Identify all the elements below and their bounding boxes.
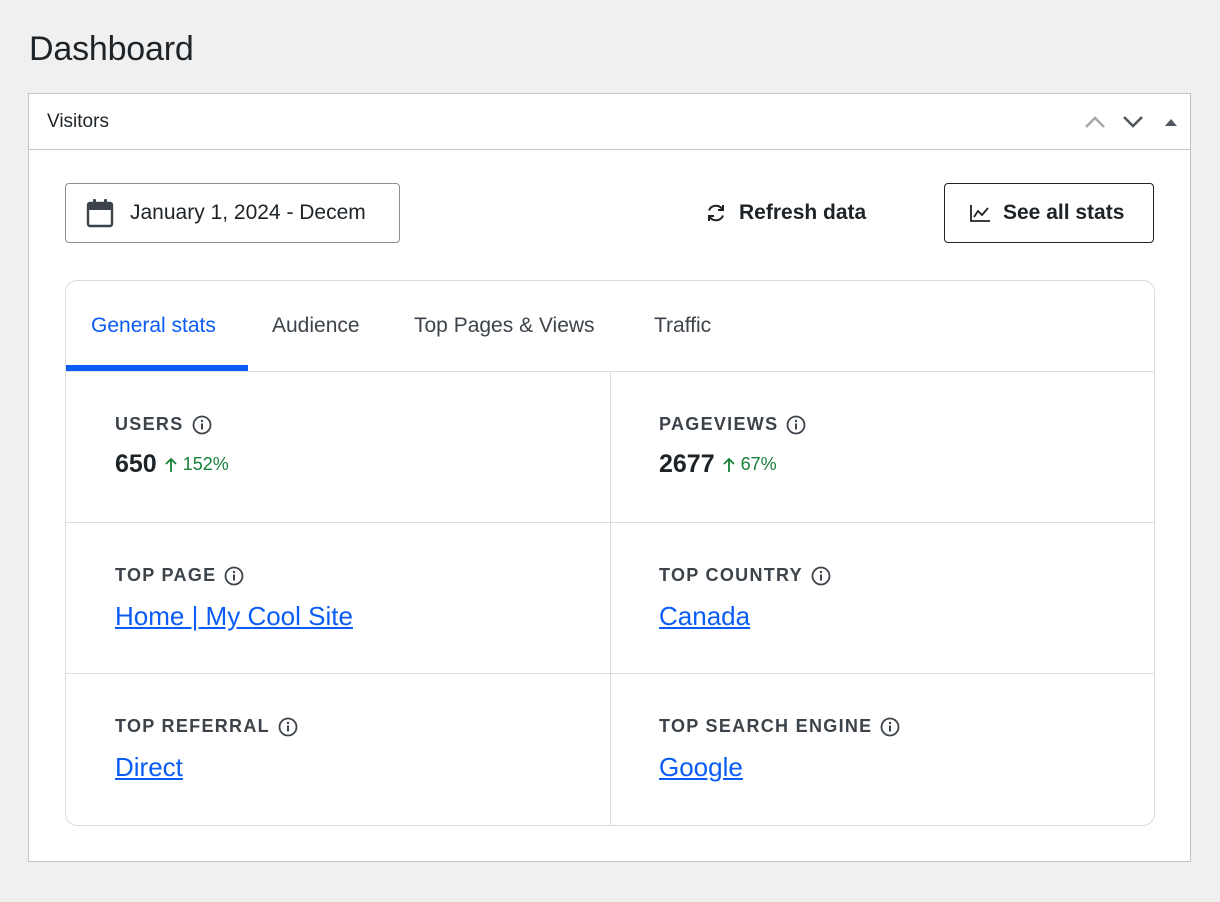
top-country-link[interactable]: Canada bbox=[659, 601, 750, 632]
widget-title: Visitors bbox=[47, 110, 109, 132]
top-page-link[interactable]: Home | My Cool Site bbox=[115, 601, 353, 632]
stat-top-page: TOP PAGE Home | My Cool Site bbox=[66, 523, 610, 674]
pageviews-label: PAGEVIEWS bbox=[659, 414, 779, 434]
arrow-up-icon bbox=[722, 457, 735, 472]
stat-value-row: 2677 67% bbox=[659, 450, 777, 479]
see-all-stats-button[interactable]: See all stats bbox=[944, 183, 1154, 243]
tab-general-stats[interactable]: General stats bbox=[91, 281, 216, 371]
info-icon[interactable] bbox=[786, 415, 806, 435]
visitors-widget: Visitors January 1, 2024 - Decem Refresh… bbox=[28, 93, 1191, 862]
date-range-button[interactable]: January 1, 2024 - Decem bbox=[65, 183, 400, 243]
stat-label: PAGEVIEWS bbox=[659, 414, 806, 435]
pageviews-change-value: 67% bbox=[740, 454, 777, 474]
tab-audience[interactable]: Audience bbox=[272, 281, 360, 371]
stat-value-row: 650 152% bbox=[115, 450, 229, 479]
refresh-icon bbox=[708, 204, 724, 222]
chevron-down-icon bbox=[1123, 115, 1143, 128]
chevron-up-icon bbox=[1085, 115, 1105, 128]
top-country-label: TOP COUNTRY bbox=[659, 565, 803, 585]
stat-top-country: TOP COUNTRY Canada bbox=[610, 523, 1154, 674]
move-up-button[interactable] bbox=[1076, 94, 1114, 149]
info-icon[interactable] bbox=[811, 566, 831, 586]
top-page-label: TOP PAGE bbox=[115, 565, 217, 585]
tab-traffic[interactable]: Traffic bbox=[654, 281, 711, 371]
stat-label: TOP SEARCH ENGINE bbox=[659, 716, 900, 737]
refresh-data-button[interactable]: Refresh data bbox=[705, 183, 866, 243]
info-icon[interactable] bbox=[224, 566, 244, 586]
stat-top-referral: TOP REFERRAL Direct bbox=[66, 674, 610, 825]
date-range-label: January 1, 2024 - Decem bbox=[130, 201, 366, 224]
users-value: 650 bbox=[115, 450, 157, 478]
active-tab-indicator bbox=[66, 365, 248, 371]
top-referral-label: TOP REFERRAL bbox=[115, 716, 270, 736]
refresh-data-label: Refresh data bbox=[739, 201, 867, 224]
stat-label: USERS bbox=[115, 414, 212, 435]
stat-pageviews: PAGEVIEWS 2677 67% bbox=[610, 372, 1154, 523]
top-referral-link[interactable]: Direct bbox=[115, 752, 183, 783]
caret-up-icon bbox=[1165, 118, 1177, 126]
page-title: Dashboard bbox=[29, 30, 194, 68]
move-down-button[interactable] bbox=[1114, 94, 1152, 149]
stats-card: General stats Audience Top Pages & Views… bbox=[65, 280, 1155, 826]
calendar-icon bbox=[86, 199, 114, 228]
stat-top-search-engine: TOP SEARCH ENGINE Google bbox=[610, 674, 1154, 825]
widget-header: Visitors bbox=[29, 94, 1190, 150]
stats-grid: USERS 650 152% PAGEVIEWS 2677 67% TOP PA… bbox=[66, 372, 1154, 825]
see-all-stats-label: See all stats bbox=[1003, 201, 1125, 224]
widget-handle-actions bbox=[1076, 94, 1190, 149]
pageviews-change: 67% bbox=[722, 454, 777, 475]
info-icon[interactable] bbox=[880, 717, 900, 737]
toolbar: January 1, 2024 - Decem Refresh data See… bbox=[65, 183, 1155, 243]
users-change: 152% bbox=[165, 454, 229, 475]
stat-users: USERS 650 152% bbox=[66, 372, 610, 523]
top-search-engine-label: TOP SEARCH ENGINE bbox=[659, 716, 873, 736]
stat-label: TOP COUNTRY bbox=[659, 565, 831, 586]
info-icon[interactable] bbox=[192, 415, 212, 435]
tab-top-pages-views[interactable]: Top Pages & Views bbox=[414, 281, 595, 371]
tab-bar: General stats Audience Top Pages & Views… bbox=[66, 281, 1154, 372]
stat-label: TOP PAGE bbox=[115, 565, 244, 586]
arrow-up-icon bbox=[165, 457, 177, 472]
toggle-panel-button[interactable] bbox=[1152, 94, 1190, 149]
info-icon[interactable] bbox=[278, 717, 298, 737]
stat-label: TOP REFERRAL bbox=[115, 716, 298, 737]
pageviews-value: 2677 bbox=[659, 450, 715, 478]
users-label: USERS bbox=[115, 414, 184, 434]
line-chart-icon bbox=[970, 205, 990, 222]
users-change-value: 152% bbox=[182, 454, 229, 474]
top-search-engine-link[interactable]: Google bbox=[659, 752, 743, 783]
